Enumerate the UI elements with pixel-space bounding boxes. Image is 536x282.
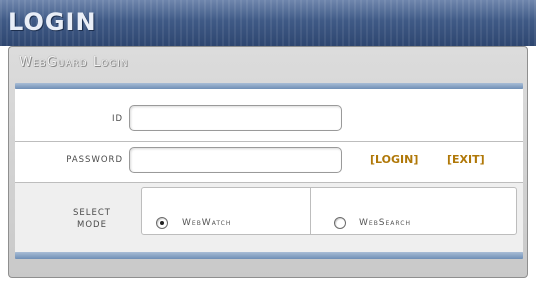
header-title: LOGIN [8,8,97,36]
panel-title: WebGuard Login [19,55,129,70]
select-mode-label-line1: SELECT [73,208,111,218]
id-label: ID [111,114,123,124]
login-window: LOGIN WebGuard Login ID PASSWORD [LOGIN]… [0,0,536,282]
id-input[interactable] [129,105,342,131]
password-input[interactable] [129,147,342,173]
mode-options-separator [310,187,311,235]
login-panel: WebGuard Login ID PASSWORD [LOGIN] [EXIT… [8,46,528,278]
header-banner: LOGIN [0,0,536,46]
select-mode-label: SELECT MODE [59,207,125,231]
webwatch-label[interactable]: WebWatch [182,218,231,228]
websearch-radio[interactable] [334,217,346,229]
password-label: PASSWORD [66,155,123,165]
select-mode-label-line2: MODE [77,220,107,230]
websearch-label[interactable]: WebSearch [359,218,411,228]
exit-button[interactable]: [EXIT] [447,153,485,166]
login-button[interactable]: [LOGIN] [370,153,418,166]
field-divider [15,141,523,142]
webwatch-radio[interactable] [156,217,168,229]
panel-bottom-bar [15,252,523,259]
